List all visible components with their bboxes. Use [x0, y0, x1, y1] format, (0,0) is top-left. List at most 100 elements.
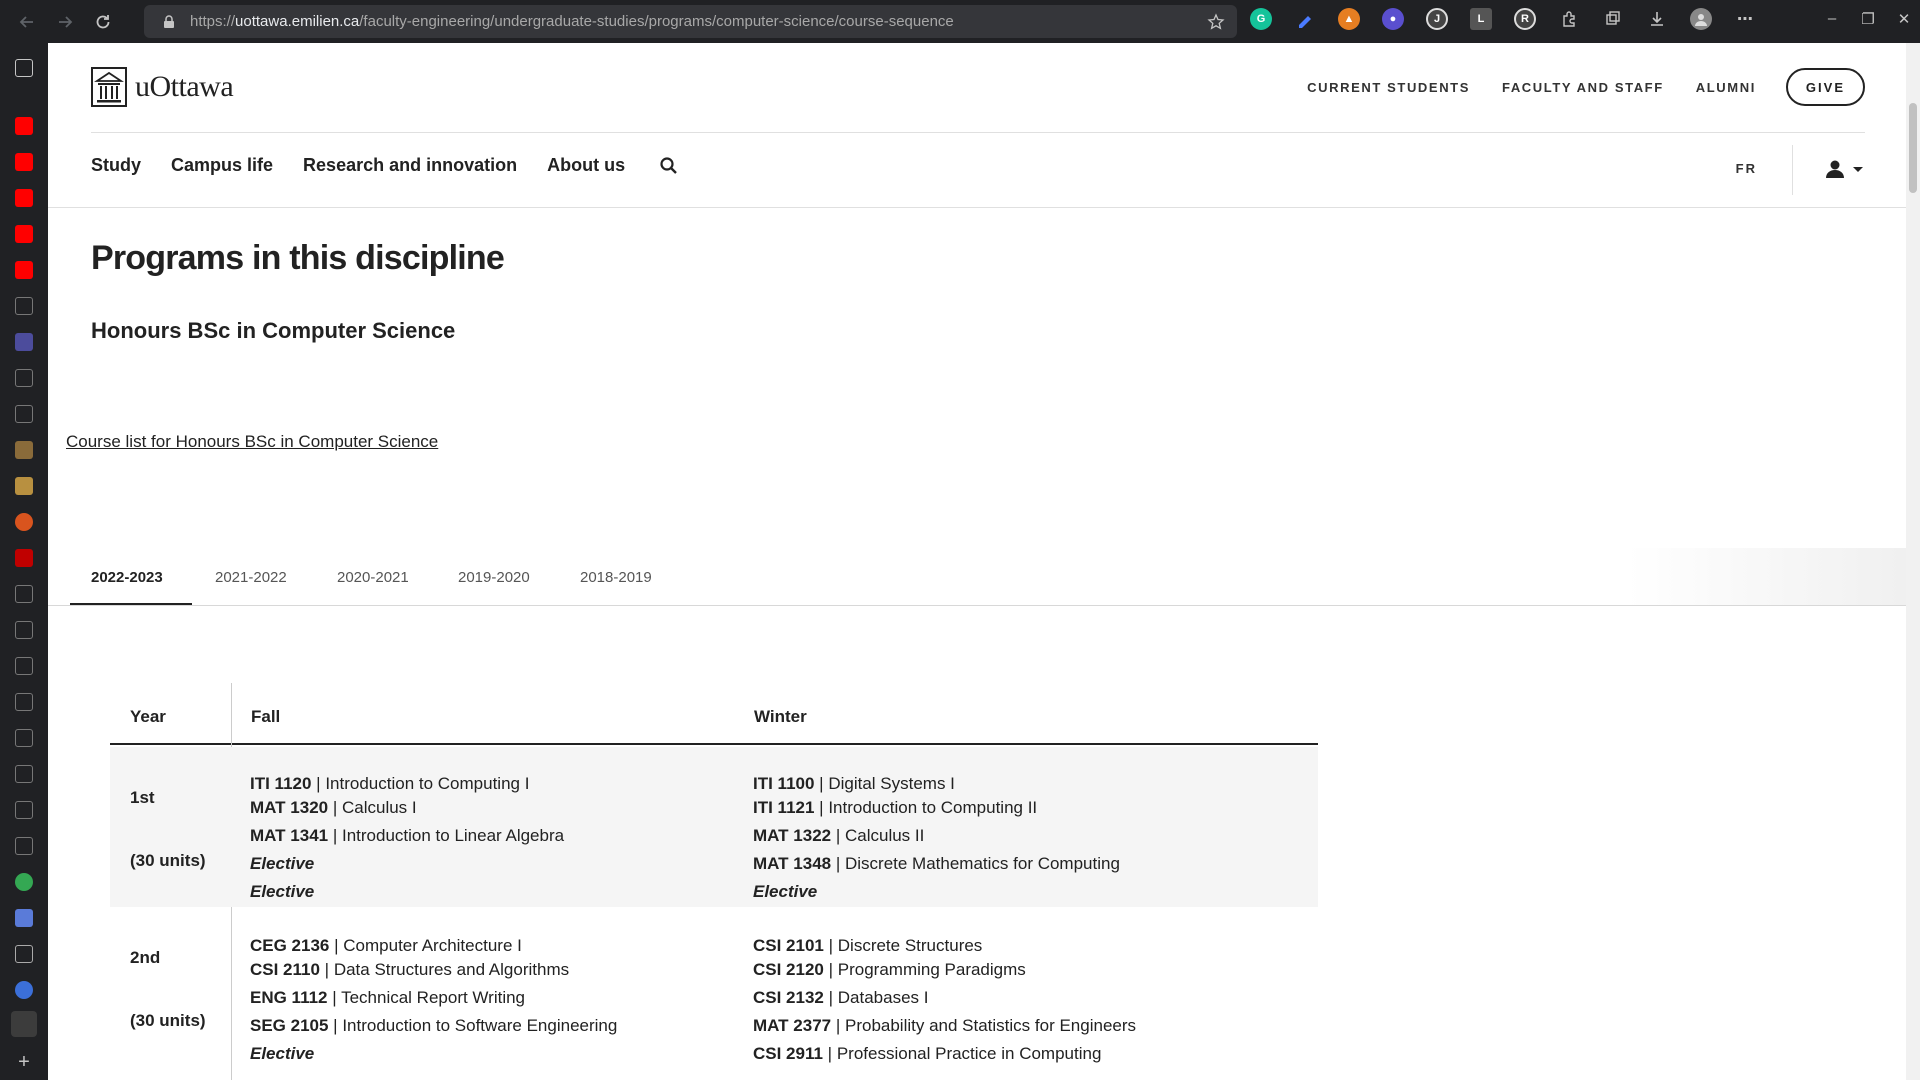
- scrollbar-thumb[interactable]: [1909, 103, 1917, 193]
- elective-label: Elective: [250, 1044, 315, 1063]
- app-tab-icon[interactable]: [15, 513, 33, 531]
- document-tab-icon[interactable]: [15, 369, 33, 387]
- site-header: uOttawa CURRENT STUDENTS FACULTY AND STA…: [91, 43, 1865, 133]
- university-emblem-icon: [91, 67, 127, 107]
- close-window-icon[interactable]: ✕: [1886, 10, 1920, 28]
- tab-2019-2020[interactable]: 2019-2020: [458, 569, 530, 586]
- page-tab-icon[interactable]: [15, 945, 33, 963]
- google-tab-icon[interactable]: [15, 873, 33, 891]
- new-tab-plus-icon[interactable]: +: [15, 1052, 33, 1072]
- user-tab-icon[interactable]: [15, 981, 33, 999]
- search-icon[interactable]: [659, 156, 679, 176]
- page-tab-icon[interactable]: [15, 657, 33, 675]
- page-tab-icon[interactable]: [15, 297, 33, 315]
- pen-extension-icon[interactable]: [1294, 8, 1316, 30]
- site-logo[interactable]: uOttawa: [91, 67, 234, 107]
- app-tab-icon[interactable]: [15, 909, 33, 927]
- units-label: (30 units): [130, 851, 206, 870]
- give-button[interactable]: GIVE: [1785, 68, 1865, 106]
- nav-divider: [1792, 145, 1793, 195]
- course-code: CSI 2101: [753, 936, 824, 955]
- tab-2022-2023[interactable]: 2022-2023: [91, 569, 163, 586]
- course-name: Computer Architecture I: [343, 936, 522, 955]
- address-bar[interactable]: https://uottawa.emilien.ca/faculty-engin…: [144, 5, 1237, 38]
- course-entry: ITI 1121 | Introduction to Computing II: [753, 798, 1038, 817]
- collections-icon[interactable]: [1602, 8, 1624, 30]
- faculty-and-staff-link[interactable]: FACULTY AND STAFF: [1502, 80, 1664, 95]
- page-tab-icon[interactable]: [15, 837, 33, 855]
- current-students-link[interactable]: CURRENT STUDENTS: [1307, 80, 1470, 95]
- course-code: MAT 1320: [250, 798, 329, 817]
- fox-extension-icon[interactable]: ▲: [1338, 8, 1360, 30]
- l-extension-icon[interactable]: L: [1470, 8, 1492, 30]
- course-entry: Elective: [753, 882, 817, 902]
- tab-actions-icon[interactable]: [15, 59, 33, 77]
- nav-study[interactable]: Study: [91, 155, 141, 176]
- app-tab-icon[interactable]: [15, 477, 33, 495]
- course-entry: Elective: [250, 854, 314, 874]
- page-title: Programs in this discipline: [91, 239, 505, 277]
- document-tab-icon[interactable]: [15, 729, 33, 747]
- tab-2020-2021[interactable]: 2020-2021: [337, 569, 409, 586]
- year-tabs: 2022-2023 2021-2022 2020-2021 2019-2020 …: [48, 548, 1906, 606]
- profile-avatar-icon[interactable]: [1690, 8, 1712, 30]
- forward-button[interactable]: [50, 7, 80, 37]
- course-list-link[interactable]: Course list for Honours BSc in Computer …: [66, 432, 438, 452]
- download-icon[interactable]: [1646, 8, 1668, 30]
- favorite-star-icon[interactable]: [1207, 13, 1225, 31]
- tab-2018-2019[interactable]: 2018-2019: [580, 569, 652, 586]
- youtube-tab-icon[interactable]: [15, 189, 33, 207]
- puzzle-extensions-icon[interactable]: [1558, 8, 1580, 30]
- document-tab-icon[interactable]: [15, 801, 33, 819]
- circle-extension-icon[interactable]: ●: [1382, 8, 1404, 30]
- course-name: Data Structures and Algorithms: [333, 960, 570, 979]
- minimize-icon[interactable]: –: [1814, 10, 1850, 28]
- more-menu-icon[interactable]: ⋯: [1734, 8, 1756, 30]
- course-entry: MAT 1348 | Discrete Mathematics for Comp…: [753, 854, 1120, 873]
- page-tab-icon[interactable]: [15, 405, 33, 423]
- course-name: Discrete Mathematics for Computing: [844, 854, 1120, 873]
- course-entry: CSI 2132 | Databases I: [753, 988, 929, 1007]
- reload-button[interactable]: [88, 7, 118, 37]
- header-year: Year: [130, 707, 166, 726]
- page-tab-icon[interactable]: [15, 765, 33, 783]
- page-scrollbar[interactable]: [1906, 43, 1920, 1080]
- restore-icon[interactable]: ❐: [1850, 10, 1886, 28]
- course-entry: ENG 1112 | Technical Report Writing: [250, 988, 526, 1007]
- course-name: Digital Systems I: [828, 774, 955, 793]
- course-name: Introduction to Linear Algebra: [341, 826, 565, 845]
- url-path: /faculty-engineering/undergraduate-studi…: [359, 13, 954, 30]
- active-tab-icon[interactable]: [11, 1011, 37, 1037]
- tab-2021-2022[interactable]: 2021-2022: [215, 569, 287, 586]
- alumni-link[interactable]: ALUMNI: [1696, 80, 1756, 95]
- main-nav-links: Study Campus life Research and innovatio…: [91, 155, 679, 176]
- grammarly-icon[interactable]: G: [1250, 8, 1272, 30]
- app-tab-icon[interactable]: [15, 441, 33, 459]
- youtube-tab-icon[interactable]: [15, 549, 33, 567]
- youtube-tab-icon[interactable]: [15, 117, 33, 135]
- document-tab-icon[interactable]: [15, 693, 33, 711]
- header-fall: Fall: [251, 707, 281, 726]
- r-extension-icon[interactable]: R: [1514, 8, 1536, 30]
- youtube-tab-icon[interactable]: [15, 153, 33, 171]
- page-tab-icon[interactable]: [15, 585, 33, 603]
- j-extension-icon[interactable]: J: [1426, 8, 1448, 30]
- youtube-tab-icon[interactable]: [15, 225, 33, 243]
- course-entry: CSI 2110 | Data Structures and Algorithm…: [250, 960, 570, 979]
- nav-research-and-innovation[interactable]: Research and innovation: [303, 155, 517, 176]
- arrow-left-icon: [19, 15, 33, 28]
- course-code: CSI 2132: [753, 988, 824, 1007]
- course-code: MAT 2377: [753, 1016, 832, 1035]
- document-tab-icon[interactable]: [15, 621, 33, 639]
- course-name: Introduction to Software Engineering: [342, 1016, 618, 1035]
- r-tab-icon[interactable]: [15, 333, 33, 351]
- youtube-tab-icon[interactable]: [15, 261, 33, 279]
- user-menu[interactable]: [1825, 159, 1865, 179]
- nav-campus-life[interactable]: Campus life: [171, 155, 273, 176]
- reload-icon: [96, 14, 110, 28]
- course-name: Introduction to Computing I: [325, 774, 530, 793]
- language-toggle[interactable]: FR: [1736, 161, 1757, 176]
- nav-about-us[interactable]: About us: [547, 155, 625, 176]
- back-button[interactable]: [12, 7, 42, 37]
- lock-icon: [164, 14, 174, 28]
